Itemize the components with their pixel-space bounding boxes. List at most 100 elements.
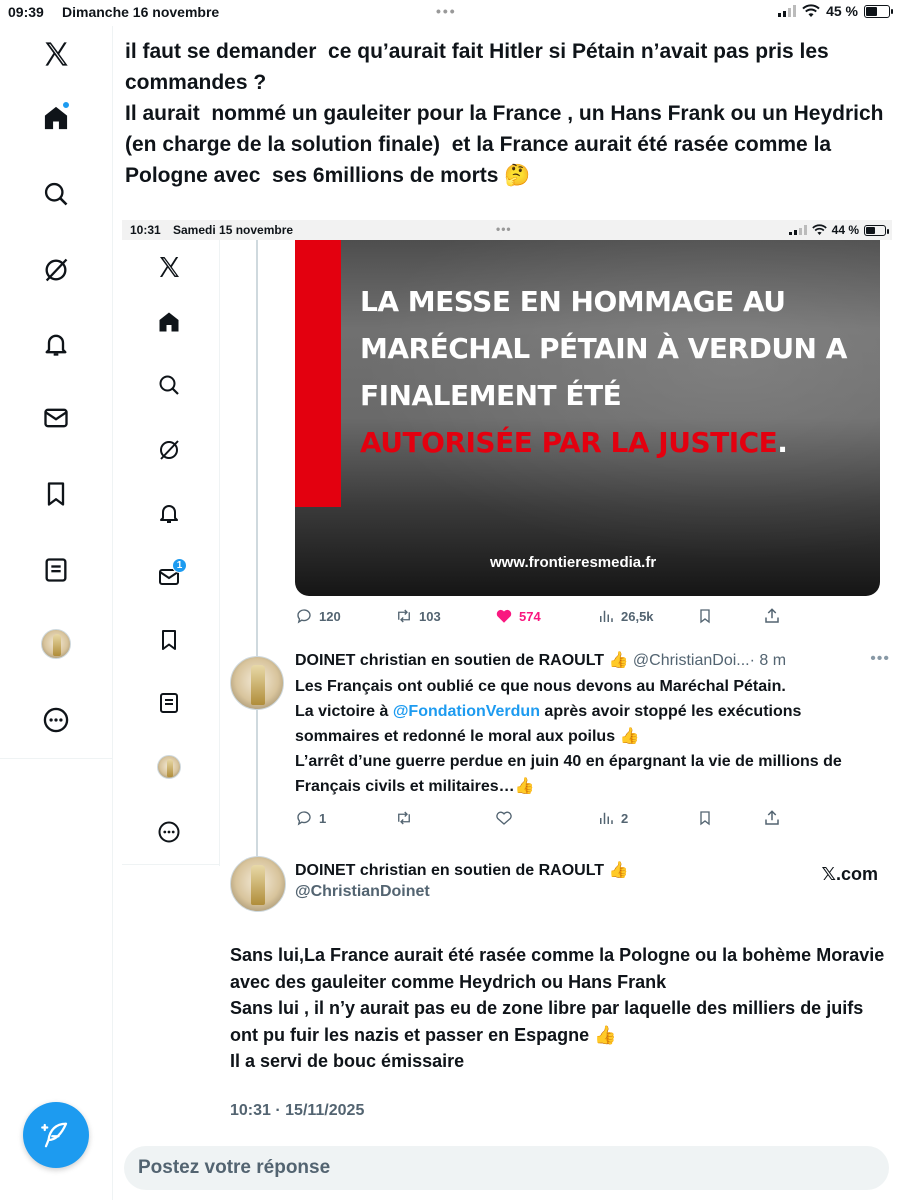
reply-author-handle: @ChristianDoi... bbox=[632, 652, 750, 669]
reply-header: DOINET christian en soutien de RAOULT 👍 … bbox=[295, 650, 786, 670]
main-column: il faut se demander ce qu’aurait fait Hi… bbox=[114, 26, 900, 1200]
views-icon bbox=[600, 812, 613, 824]
status-indicators: 45 % bbox=[778, 3, 893, 19]
reply-input[interactable] bbox=[124, 1146, 889, 1190]
media-site-url: www.frontieresmedia.fr bbox=[490, 554, 657, 571]
screenshot-profile-avatar bbox=[154, 752, 184, 782]
post-action-bar: 120 103 574 26,5k bbox=[295, 604, 795, 628]
messages-icon[interactable] bbox=[38, 400, 74, 436]
reply-repost-action bbox=[395, 806, 413, 830]
screenshot-status-bar: 10:31 Samedi 15 novembre ••• 44 % bbox=[122, 220, 892, 240]
screenshot-x-logo-icon bbox=[154, 252, 184, 282]
share-action bbox=[763, 604, 781, 628]
media-headline-white: LA MESSE EN HOMMAGE AU MARÉCHAL PÉTAIN À… bbox=[360, 285, 847, 412]
screenshot-status-indicators: 44 % bbox=[788, 223, 889, 237]
embed-avatar bbox=[230, 856, 286, 912]
like-action: 574 bbox=[495, 604, 541, 628]
bookmarks-icon[interactable] bbox=[38, 476, 74, 512]
status-time: 09:39 bbox=[8, 4, 44, 20]
screenshot-grok-icon bbox=[154, 435, 184, 465]
wifi-icon bbox=[802, 4, 820, 17]
grok-icon[interactable] bbox=[38, 252, 74, 288]
screenshot-status-date: Samedi 15 novembre bbox=[173, 223, 294, 237]
battery-level-fill bbox=[866, 6, 877, 16]
screenshot-notifications-icon bbox=[154, 498, 184, 528]
screenshot-more-icon bbox=[154, 817, 184, 847]
screenshot-home-icon bbox=[154, 307, 184, 337]
screenshot-sidebar: 1 bbox=[122, 240, 220, 866]
main-sidebar bbox=[0, 26, 113, 1200]
reply-time: · 8 m bbox=[749, 652, 787, 669]
reply-author-name: DOINET christian en soutien de RAOULT 👍 bbox=[295, 652, 629, 669]
profile-avatar-image bbox=[41, 629, 71, 659]
heart-icon bbox=[496, 811, 512, 825]
share-icon bbox=[765, 810, 779, 825]
reply-post: DOINET christian en soutien de RAOULT 👍 … bbox=[230, 650, 890, 800]
reply-avatar bbox=[230, 656, 284, 710]
screenshot-messages-icon: 1 bbox=[154, 558, 187, 592]
screenshot-status-time: 10:31 bbox=[130, 223, 161, 237]
screenshot-multitask-dots: ••• bbox=[496, 222, 512, 236]
bookmark-icon bbox=[700, 609, 710, 624]
media-red-bar bbox=[295, 240, 341, 507]
screenshot-profile-avatar-image bbox=[157, 755, 181, 779]
screenshot-bookmarks-icon bbox=[154, 625, 184, 655]
battery-percent: 45 % bbox=[826, 3, 858, 19]
reply-views-action: 2 bbox=[597, 806, 628, 830]
bookmark-action bbox=[697, 604, 713, 628]
more-icon[interactable] bbox=[38, 702, 74, 738]
compose-feather-icon bbox=[41, 1122, 68, 1148]
home-icon[interactable] bbox=[38, 100, 74, 136]
reply-reply-count: 1 bbox=[319, 810, 327, 826]
heart-filled-icon bbox=[496, 609, 512, 623]
views-icon bbox=[600, 610, 613, 622]
reply-icon bbox=[297, 609, 311, 624]
reply-composer[interactable] bbox=[124, 1146, 889, 1190]
reply-icon bbox=[297, 811, 311, 826]
battery-icon bbox=[864, 4, 893, 18]
reply-action-bar: 1 2 bbox=[295, 806, 795, 830]
tweet-text: il faut se demander ce qu’aurait fait Hi… bbox=[125, 40, 884, 187]
reply-action: 120 bbox=[295, 604, 341, 628]
screenshot-battery-icon bbox=[864, 224, 889, 236]
reply-share-action bbox=[763, 806, 781, 830]
reply-bookmark-action bbox=[697, 806, 713, 830]
screenshot-battery-percent: 44 % bbox=[831, 223, 859, 237]
reply-more-menu: ••• bbox=[870, 650, 890, 667]
screenshot-wifi-icon bbox=[811, 224, 827, 235]
search-icon[interactable] bbox=[38, 176, 74, 212]
screenshot-lists-icon bbox=[154, 688, 184, 718]
profile-avatar[interactable] bbox=[38, 626, 74, 662]
reply-mention-link: @FondationVerdun bbox=[392, 703, 540, 720]
screenshot-battery-level-fill bbox=[866, 226, 875, 234]
screenshot-messages-badge: 1 bbox=[172, 558, 187, 573]
repost-icon bbox=[398, 609, 410, 623]
repost-count: 103 bbox=[419, 608, 441, 624]
home-notification-dot bbox=[62, 101, 70, 109]
views-action: 26,5k bbox=[597, 604, 654, 628]
compose-button[interactable] bbox=[23, 1102, 89, 1168]
embed-author-name: DOINET christian en soutien de RAOULT 👍 bbox=[295, 862, 629, 879]
views-count: 26,5k bbox=[621, 608, 654, 624]
lists-icon[interactable] bbox=[38, 552, 74, 588]
media-headline-period: . bbox=[777, 426, 788, 459]
media-headline-red: AUTORISÉE PAR LA JUSTICE bbox=[360, 426, 778, 459]
embed-source-label: 𝕏.com bbox=[821, 864, 878, 884]
x-logo-icon[interactable] bbox=[38, 36, 74, 72]
sidebar-divider bbox=[0, 758, 112, 759]
multitask-dots[interactable]: ••• bbox=[436, 3, 457, 19]
embedded-tweet-card: DOINET christian en soutien de RAOULT 👍 … bbox=[230, 856, 890, 1136]
repost-icon bbox=[398, 811, 410, 825]
device-status-bar: 09:39 Dimanche 16 novembre ••• 45 % bbox=[0, 0, 900, 26]
status-date: Dimanche 16 novembre bbox=[62, 4, 220, 20]
bookmark-icon bbox=[700, 811, 710, 826]
notifications-icon[interactable] bbox=[38, 326, 74, 362]
attached-screenshot[interactable]: 10:31 Samedi 15 novembre ••• 44 % 1 LA M… bbox=[114, 220, 900, 1138]
media-headline: LA MESSE EN HOMMAGE AU MARÉCHAL PÉTAIN À… bbox=[360, 278, 860, 466]
screenshot-cellular-icon bbox=[788, 225, 807, 235]
repost-action: 103 bbox=[395, 604, 441, 628]
post-media-image: LA MESSE EN HOMMAGE AU MARÉCHAL PÉTAIN À… bbox=[295, 240, 880, 596]
reply-count: 120 bbox=[319, 608, 341, 624]
embed-author-handle: @ChristianDoinet bbox=[295, 883, 430, 900]
reply-text: Les Français ont oublié ce que nous devo… bbox=[295, 674, 885, 799]
